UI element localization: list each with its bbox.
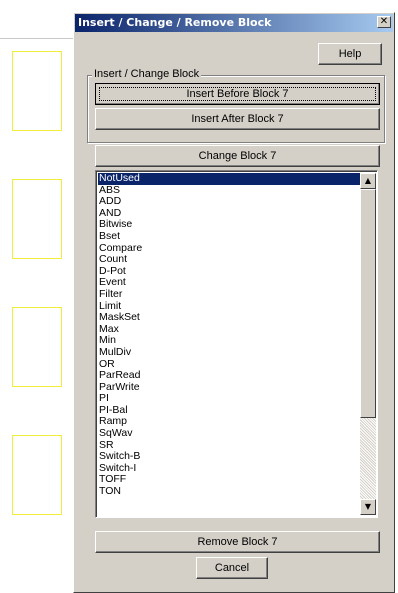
list-item[interactable]: Bitwise [98, 219, 361, 231]
list-item[interactable]: PI [98, 393, 361, 405]
list-item[interactable]: Min [98, 335, 361, 347]
list-item[interactable]: MaskSet [98, 312, 361, 324]
list-item[interactable]: TON [98, 486, 361, 498]
list-item[interactable]: ParRead [98, 370, 361, 382]
list-item[interactable]: Limit [98, 301, 361, 313]
canvas-block-placeholder [12, 51, 62, 131]
list-item[interactable]: Bset [98, 231, 361, 243]
list-item[interactable]: ParWrite [98, 382, 361, 394]
group-label: Insert / Change Block [92, 68, 202, 80]
list-item[interactable]: MulDiv [98, 347, 361, 359]
background-divider [0, 38, 75, 39]
canvas-block-placeholder [12, 179, 62, 259]
help-button[interactable]: Help [318, 43, 382, 65]
canvas-block-placeholder [12, 307, 62, 387]
insert-after-button[interactable]: Insert After Block 7 [95, 108, 380, 130]
list-item[interactable]: ABS [98, 185, 361, 197]
list-item[interactable]: SR [98, 440, 361, 452]
block-type-listbox[interactable]: NotUsed ABS ADD AND Bitwise Bset Compare Count D… [95, 170, 378, 518]
scroll-thumb[interactable] [360, 189, 376, 418]
list-item[interactable]: TOFF [98, 474, 361, 486]
canvas-block-placeholder [12, 435, 62, 515]
focus-rectangle [99, 87, 376, 101]
change-block-button[interactable]: Change Block 7 [95, 145, 380, 167]
list-item[interactable]: PI-Bal [98, 405, 361, 417]
cancel-button[interactable]: Cancel [196, 557, 268, 579]
list-item[interactable]: Switch-B [98, 451, 361, 463]
insert-change-remove-dialog: Insert / Change / Remove Block ✕ Help In… [73, 12, 395, 593]
insert-before-button[interactable]: Insert Before Block 7 [95, 83, 380, 105]
list-item[interactable]: D-Pot [98, 266, 361, 278]
remove-block-button[interactable]: Remove Block 7 [95, 531, 380, 553]
list-scrollbar[interactable]: ▲ ▼ [360, 173, 376, 515]
list-item[interactable]: ADD [98, 196, 361, 208]
close-icon[interactable]: ✕ [377, 16, 391, 28]
list-item[interactable]: OR [98, 359, 361, 371]
list-item[interactable]: Ramp [98, 416, 361, 428]
list-item[interactable]: Count [98, 254, 361, 266]
dialog-titlebar: Insert / Change / Remove Block ✕ [75, 14, 393, 32]
list-item[interactable]: Max [98, 324, 361, 336]
list-item[interactable]: AND [98, 208, 361, 220]
list-item[interactable]: Event [98, 277, 361, 289]
block-type-list: NotUsed ABS ADD AND Bitwise Bset Compare Count D… [98, 173, 361, 498]
scroll-down-icon[interactable]: ▼ [360, 499, 376, 515]
list-item-selected[interactable]: NotUsed [98, 173, 361, 185]
dialog-title: Insert / Change / Remove Block [78, 16, 272, 29]
scroll-up-icon[interactable]: ▲ [360, 173, 376, 189]
list-item[interactable]: Compare [98, 243, 361, 255]
list-item[interactable]: SqWav [98, 428, 361, 440]
list-item[interactable]: Switch-I [98, 463, 361, 475]
list-item[interactable]: Filter [98, 289, 361, 301]
